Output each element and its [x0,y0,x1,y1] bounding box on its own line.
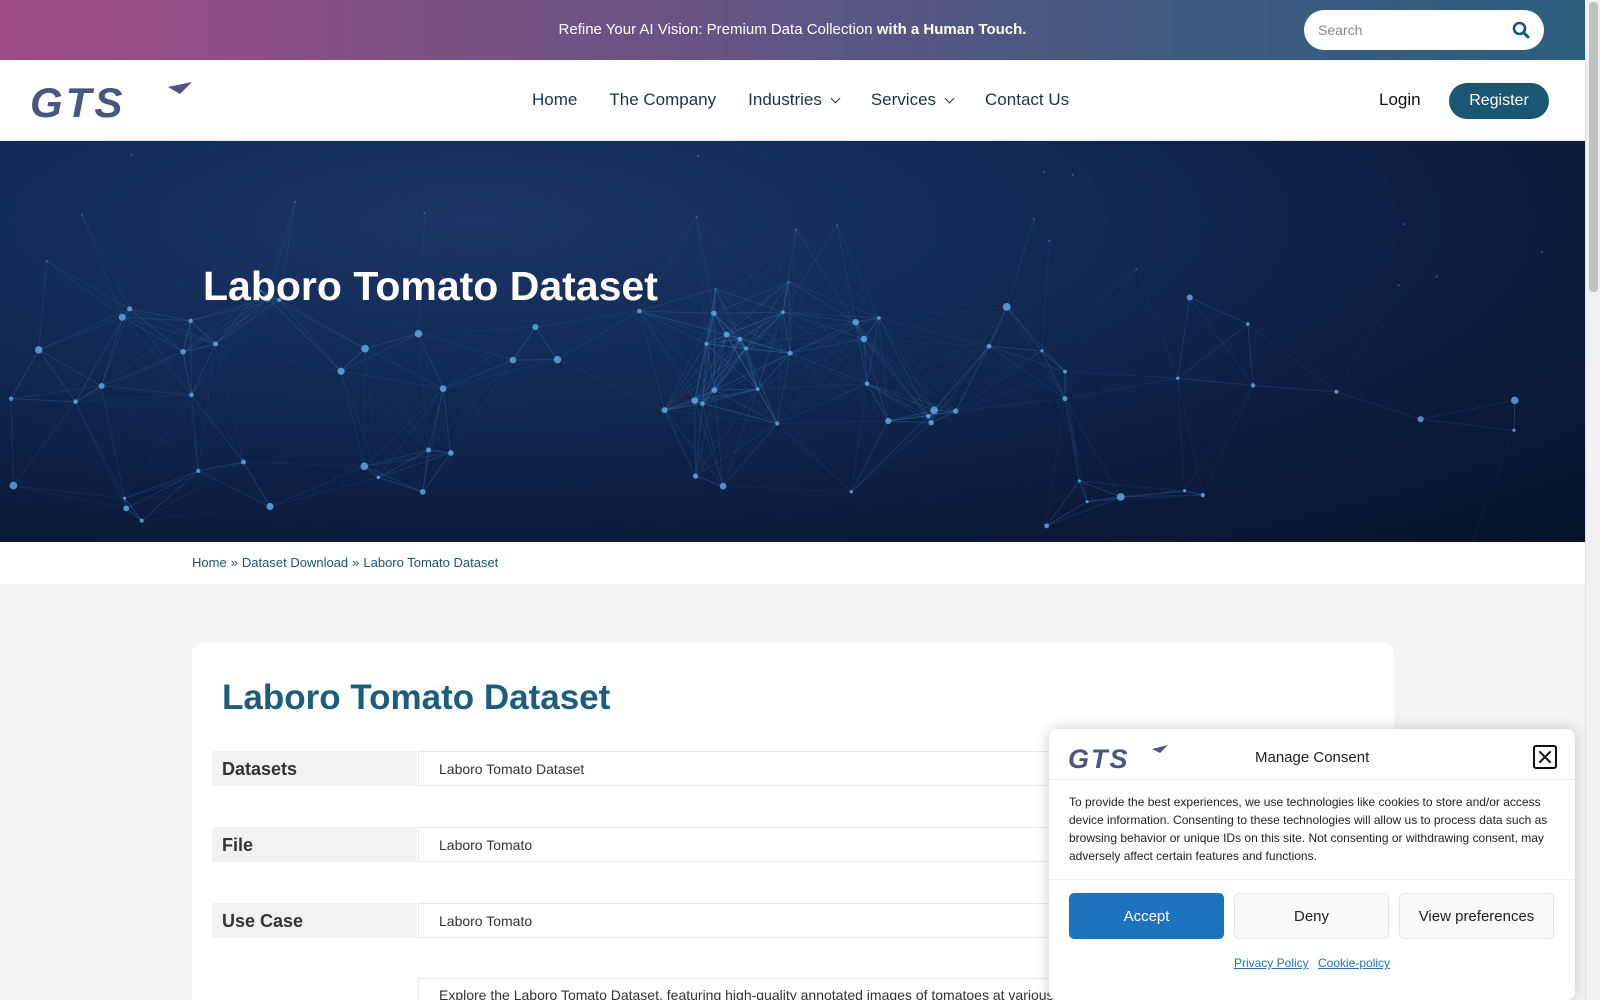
gts-logo[interactable]: GTS [30,79,192,127]
register-button[interactable]: Register [1449,83,1549,119]
main-navbar: GTS Home The Company Industries Services… [0,60,1585,141]
nav-menu: Home The Company Industries Services Con… [532,90,1101,110]
nav-item-company[interactable]: The Company [609,90,716,110]
nav-item-industries[interactable]: Industries [748,90,841,110]
nav-item-services[interactable]: Services [870,90,955,110]
hero-banner: Laboro Tomato Dataset [0,141,1585,542]
breadcrumb-bar: Home» Dataset Download» Laboro Tomato Data… [0,542,1585,584]
top-banner: Refine Your AI Vision: Premium Data Coll… [0,0,1585,60]
breadcrumb: Home» Dataset Download» Laboro Tomato Data… [192,555,498,570]
logo-text: GTS [1068,745,1130,771]
hero-title: Laboro Tomato Dataset [203,263,658,309]
row-label: Datasets [212,751,417,786]
chevron-down-icon [830,93,841,103]
divider [1049,879,1575,880]
banner-text-bold: with a Human Touch. [876,21,1027,38]
divider [1049,779,1575,780]
consent-text: To provide the best experiences, we use … [1069,795,1548,863]
nav-item-label: The Company [609,90,717,109]
accept-button[interactable]: Accept [1069,893,1224,939]
dataset-title: Laboro Tomato Dataset [222,678,611,717]
banner-text-plain: Refine Your AI Vision: Premium Data Coll… [558,21,877,38]
search-icon[interactable] [1512,21,1530,39]
breadcrumb-current[interactable]: Laboro Tomato Dataset [363,555,498,570]
nav-item-contact[interactable]: Contact Us [985,90,1069,110]
login-link[interactable]: Login [1379,90,1421,110]
privacy-policy-link[interactable]: Privacy Policy [1234,956,1309,970]
breadcrumb-separator: » [352,555,360,570]
scrollbar-thumb[interactable] [1589,2,1598,292]
page-scrollbar[interactable] [1585,0,1600,1000]
consent-links: Privacy Policy Cookie-policy [1049,956,1575,970]
cookie-consent-dialog: GTS Manage Consent To provide the best e… [1049,729,1575,1000]
gts-logo: GTS [1068,744,1168,776]
nav-item-label: Home [532,90,578,109]
logo-text: GTS [30,82,125,122]
breadcrumb-separator: » [230,555,238,570]
nav-item-label: Industries [748,90,822,109]
close-icon[interactable] [1533,745,1557,769]
network-background [8,153,1543,542]
nav-item-label: Services [870,90,937,109]
deny-button[interactable]: Deny [1234,893,1389,939]
nav-item-home[interactable]: Home [532,90,577,110]
breadcrumb-dataset-download[interactable]: Dataset Download [242,555,348,570]
row-label: File [212,827,417,862]
view-preferences-button[interactable]: View preferences [1399,893,1554,939]
cookie-policy-link[interactable]: Cookie-policy [1318,956,1390,970]
breadcrumb-home[interactable]: Home [192,555,227,570]
search-input[interactable] [1318,22,1512,38]
search-box[interactable] [1304,10,1544,50]
nav-item-label: Contact Us [985,90,1070,109]
chevron-down-icon [944,93,955,103]
row-label: Use Case [212,903,417,938]
consent-title: Manage Consent [1255,749,1370,766]
